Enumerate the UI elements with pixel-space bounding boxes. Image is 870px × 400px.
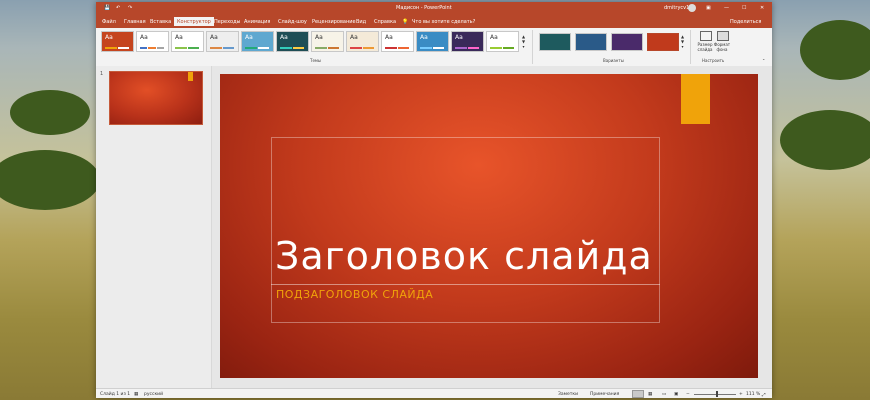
theme-thumb-10[interactable]: Aa (416, 31, 449, 52)
tab-design[interactable]: Конструктор (174, 17, 214, 26)
themes-scroll-icon[interactable]: ▲ ▼ ▾ (522, 34, 525, 49)
ribbon: Aa Aa Aa Aa Aa Aa Aa Aa Aa Aa Aa Aa ▲ ▼ ▾ … (96, 28, 772, 67)
variant-3[interactable] (611, 33, 643, 51)
theme-thumb-9[interactable]: Aa (381, 31, 414, 52)
status-bar: Слайд 1 из 1 ▦ русский Заметки Примечани… (96, 388, 772, 398)
tab-file[interactable]: Файл (102, 19, 116, 25)
format-background-button[interactable]: Формат фона (711, 42, 733, 52)
tree-right (780, 110, 870, 170)
collapse-ribbon-icon[interactable]: ⌃ (762, 58, 765, 63)
theme-thumb-8[interactable]: Aa (346, 31, 379, 52)
slide-canvas[interactable]: Заголовок слайда ПОДЗАГОЛОВОК СЛАЙДА (220, 74, 758, 378)
sorter-view-icon[interactable]: ▦ (648, 392, 652, 397)
zoom-slider-thumb[interactable] (716, 391, 718, 397)
tab-animations[interactable]: Анимация (244, 19, 270, 25)
theme-thumb-5[interactable]: Aa (241, 31, 274, 52)
avatar[interactable] (688, 4, 696, 12)
tree-right-2 (800, 20, 870, 80)
theme-thumb-6[interactable]: Aa (276, 31, 309, 52)
reading-view-icon[interactable]: ▭ (662, 392, 666, 397)
theme-thumb-4[interactable]: Aa (206, 31, 239, 52)
comments-button[interactable]: Примечания (590, 392, 619, 397)
normal-view-icon[interactable] (632, 390, 644, 398)
separator (532, 30, 533, 64)
zoom-slider[interactable] (694, 394, 736, 395)
accent-bar (681, 74, 710, 124)
editor-area: 1 Заголовок слайда ПОДЗАГОЛОВОК СЛАЙДА (96, 66, 772, 388)
format-background-icon[interactable] (717, 31, 729, 41)
tree-left (0, 150, 100, 210)
tab-home[interactable]: Главная (124, 19, 146, 25)
tab-slideshow[interactable]: Слайд-шоу (278, 19, 307, 25)
tab-transitions[interactable]: Переходы (214, 19, 241, 25)
spellcheck-icon[interactable]: ▦ (134, 392, 138, 397)
customize-group-label: Настроить (702, 58, 725, 63)
window-title: Мадисон - PowerPoint (396, 5, 452, 11)
slide-number: 1 (100, 71, 104, 77)
separator (690, 30, 691, 64)
tab-insert[interactable]: Вставка (150, 19, 171, 25)
themes-group-label: Темы (310, 58, 322, 63)
variants-scroll-icon[interactable]: ▲ ▼ ▾ (681, 34, 684, 49)
variant-1[interactable] (539, 33, 571, 51)
slide-thumbnail[interactable] (109, 71, 203, 125)
slide-title[interactable]: Заголовок слайда (275, 234, 653, 278)
ribbon-tabs: Файл Главная Вставка Конструктор Переход… (96, 16, 772, 28)
undo-icon[interactable]: ↶ (116, 5, 120, 11)
theme-thumb-12[interactable]: Aa (486, 31, 519, 52)
save-icon[interactable]: 💾 (104, 5, 110, 11)
lightbulb-icon: 💡 (402, 19, 409, 25)
slide-counter: Слайд 1 из 1 (100, 392, 131, 397)
thumbnail-accent (188, 72, 193, 81)
powerpoint-window: 💾 ↶ ↷ Мадисон - PowerPoint dmitrycv1 ▣ —… (96, 2, 772, 398)
zoom-level[interactable]: 111 % (746, 392, 760, 397)
theme-thumb-3[interactable]: Aa (171, 31, 204, 52)
maximize-icon[interactable]: ☐ (742, 5, 746, 11)
theme-thumb-7[interactable]: Aa (311, 31, 344, 52)
tell-me-input[interactable]: Что вы хотите сделать? (412, 19, 475, 25)
share-button[interactable]: Поделиться (730, 19, 761, 25)
notes-button[interactable]: Заметки (558, 392, 578, 397)
language[interactable]: русский (144, 392, 163, 397)
tab-view[interactable]: Вид (356, 19, 366, 25)
slide-size-icon[interactable] (700, 31, 712, 41)
slide-thumbnails-pane: 1 (96, 66, 212, 388)
tab-review[interactable]: Рецензирование (312, 19, 356, 25)
user-name[interactable]: dmitrycv1 (664, 5, 689, 11)
slideshow-view-icon[interactable]: ▣ (674, 392, 678, 397)
theme-thumb-11[interactable]: Aa (451, 31, 484, 52)
variant-4[interactable] (647, 33, 679, 51)
zoom-in-icon[interactable]: + (739, 392, 743, 397)
theme-thumb-1[interactable]: Aa (101, 31, 134, 52)
tab-help[interactable]: Справка (374, 19, 396, 25)
minimize-icon[interactable]: — (724, 5, 729, 11)
fit-slide-icon[interactable]: ⤢ (762, 392, 766, 398)
redo-icon[interactable]: ↷ (128, 5, 132, 11)
variant-2[interactable] (575, 33, 607, 51)
close-icon[interactable]: ✕ (760, 5, 764, 11)
title-bar: 💾 ↶ ↷ Мадисон - PowerPoint dmitrycv1 ▣ —… (96, 2, 772, 16)
theme-thumb-2[interactable]: Aa (136, 31, 169, 52)
ribbon-options-icon[interactable]: ▣ (706, 5, 711, 11)
zoom-out-icon[interactable]: − (686, 392, 690, 397)
variants-group-label: Варианты (603, 58, 624, 63)
slide-subtitle[interactable]: ПОДЗАГОЛОВОК СЛАЙДА (276, 288, 433, 301)
tree-left-2 (10, 90, 90, 135)
title-divider (271, 284, 660, 285)
